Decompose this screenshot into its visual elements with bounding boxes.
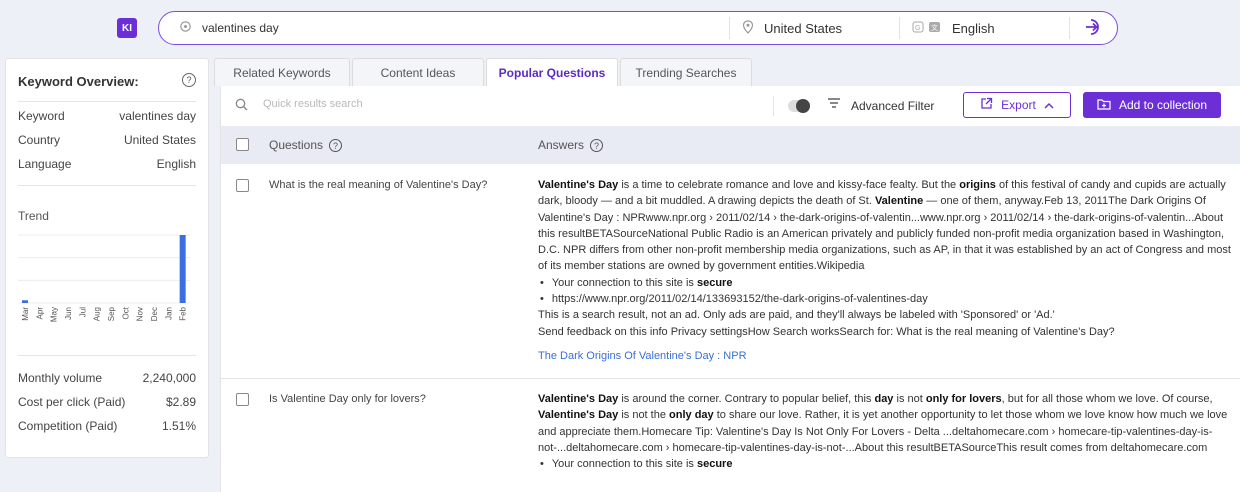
metric-label: Cost per click (Paid) [18, 395, 126, 409]
export-button[interactable]: Export [963, 92, 1071, 118]
trend-month-label: Jan [164, 307, 173, 320]
tab-related-keywords[interactable]: Related Keywords [214, 58, 350, 86]
overview-row-country: Country United States [18, 133, 196, 147]
question-text: Is Valentine Day only for lovers? [269, 393, 426, 405]
answer-text: Valentine's Day is around the corner. Co… [538, 391, 1233, 472]
country-value: United States [764, 20, 843, 36]
metric-value: 1.51% [161, 419, 196, 433]
trend-month-label: Nov [136, 307, 145, 321]
svg-text:G: G [915, 25, 920, 32]
filter-toggle[interactable] [788, 99, 810, 113]
answer-text: Valentine's Day is a time to celebrate r… [538, 177, 1233, 364]
trend-bar [179, 235, 186, 303]
row-value: English [156, 157, 196, 171]
divider [18, 101, 196, 102]
trend-month-label: Mar [21, 307, 30, 321]
app-logo[interactable]: KI [117, 18, 137, 38]
trend-chart: Mar Apr May Jun Jul Aug Sep Oct Nov Dec Jan Feb [18, 234, 190, 322]
tab-trending-searches[interactable]: Trending Searches [620, 58, 752, 86]
language-value: English [952, 20, 995, 36]
tab-content-ideas[interactable]: Content Ideas [352, 58, 484, 86]
row-checkbox[interactable] [236, 179, 249, 192]
overview-row-keyword: Keyword valentines day [18, 109, 196, 123]
help-icon[interactable]: ? [329, 139, 343, 153]
metric-label: Competition (Paid) [18, 419, 118, 433]
question-text: What is the real meaning of Valentine's … [269, 179, 488, 191]
search-bar: valentines day United States G文 English [158, 11, 1118, 45]
top-bar: KI valentines day United States G文 Engli… [0, 0, 1240, 56]
keyword-overview-panel: Keyword Overview: ? Keyword valentines d… [5, 58, 209, 458]
submit-search-button[interactable] [1069, 17, 1117, 39]
column-header-answers: Answers? [538, 138, 604, 153]
tab-popular-questions[interactable]: Popular Questions [486, 58, 618, 86]
trend-month-label: Apr [35, 307, 44, 320]
chevron-up-icon [1044, 98, 1054, 112]
toggle-knob [796, 99, 810, 113]
row-checkbox[interactable] [236, 393, 249, 406]
translate-icon: G文 [912, 20, 942, 37]
target-icon [179, 20, 192, 36]
help-icon[interactable]: ? [590, 139, 604, 153]
row-label: Language [18, 157, 72, 171]
answer-body: Valentine's Day is around the corner. Co… [538, 391, 1233, 472]
filter-icon [827, 97, 841, 112]
column-header-questions: Questions? [269, 138, 343, 153]
trend-month-label: Sep [107, 306, 116, 321]
results-toolbar: Quick results search Advanced Filter Exp… [221, 86, 1240, 126]
trend-month-label: May [50, 307, 59, 322]
table-header: Questions? Answers? [221, 126, 1240, 164]
trend-label: Trend [18, 209, 49, 223]
overview-row-language: Language English [18, 157, 196, 171]
metric-competition: Competition (Paid) 1.51% [18, 419, 196, 433]
location-pin-icon [742, 19, 754, 37]
trend-bar [22, 300, 28, 303]
svg-text:文: 文 [931, 23, 938, 32]
country-selector[interactable]: United States [729, 17, 899, 39]
select-all-checkbox[interactable] [236, 138, 249, 151]
trend-month-label: Aug [93, 307, 102, 321]
keyword-input[interactable]: valentines day [202, 21, 279, 35]
trend-month-label: Jun [64, 307, 73, 320]
column-label: Answers [538, 138, 585, 152]
tab-bar: Related Keywords Content Ideas Popular Q… [214, 58, 754, 86]
divider [18, 185, 196, 186]
trend-month-label: Jul [78, 307, 87, 317]
trend-month-label: Oct [121, 306, 130, 319]
divider [18, 355, 196, 356]
row-label: Country [18, 133, 61, 147]
export-label: Export [1001, 98, 1036, 112]
row-value: United States [123, 133, 196, 147]
overview-title: Keyword Overview: [18, 74, 139, 89]
add-to-collection-button[interactable]: Add to collection [1083, 92, 1221, 118]
column-label: Questions [269, 138, 324, 152]
metric-value: 2,240,000 [142, 371, 196, 385]
search-icon [235, 98, 248, 114]
metric-value: $2.89 [165, 395, 196, 409]
help-icon[interactable]: ? [182, 73, 196, 87]
keyword-section[interactable]: valentines day [159, 12, 729, 44]
trend-month-label: Feb [179, 306, 188, 320]
trend-month-label: Dec [150, 307, 159, 321]
row-value: valentines day [119, 109, 196, 123]
language-selector[interactable]: G文 English [899, 17, 1069, 39]
metric-cpc: Cost per click (Paid) $2.89 [18, 395, 196, 409]
enter-arrow-icon [1084, 17, 1104, 40]
metric-label: Monthly volume [18, 371, 103, 385]
add-to-collection-label: Add to collection [1118, 98, 1208, 112]
advanced-filter-button[interactable]: Advanced Filter [851, 99, 934, 113]
row-label: Keyword [18, 109, 65, 123]
divider [773, 96, 774, 116]
results-panel: Quick results search Advanced Filter Exp… [220, 86, 1240, 492]
divider [221, 378, 1240, 379]
answer-link[interactable]: The Dark Origins Of Valentine's Day : NP… [538, 348, 1233, 364]
folder-plus-icon [1097, 98, 1111, 113]
answer-body: Valentine's Day is a time to celebrate r… [538, 177, 1233, 340]
export-icon [980, 97, 993, 113]
quick-search-input[interactable]: Quick results search [263, 98, 363, 110]
metric-monthly-volume: Monthly volume 2,240,000 [18, 371, 196, 385]
